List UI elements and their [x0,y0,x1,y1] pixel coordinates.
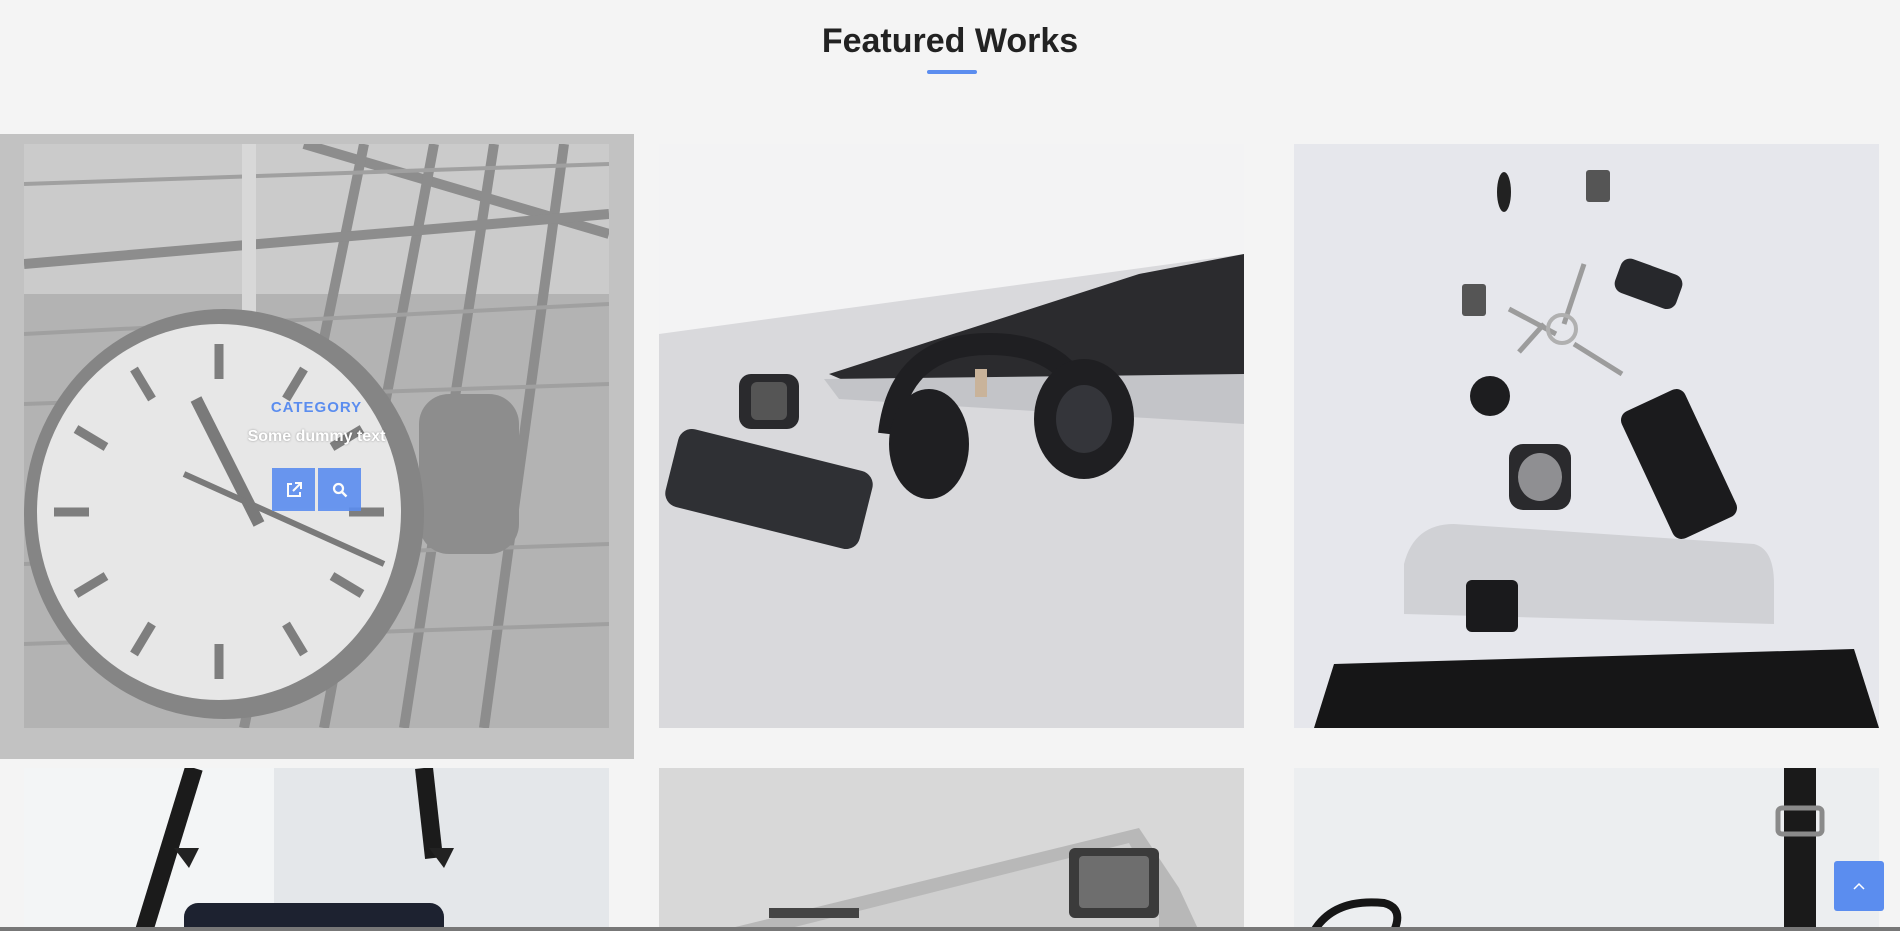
overlay-content: CATEGORY Some dummy text [24,399,609,511]
external-link-icon [286,481,302,497]
search-icon [332,482,347,497]
instax-camera-photo [24,768,609,931]
portfolio-item-instax[interactable] [24,768,609,931]
portfolio-item-keys[interactable] [1294,144,1879,728]
laptop-headphones-photo [659,144,1244,728]
title-underline [927,70,977,74]
portfolio-item-vintage-camera[interactable] [659,768,1244,931]
vintage-camera-photo [659,768,1244,931]
bottom-edge-bar [0,927,1900,931]
overlay-text: Some dummy text [247,428,386,445]
chevron-up-icon [1853,882,1865,890]
glasses-watch-photo [1294,768,1879,931]
open-link-button[interactable] [272,468,315,511]
zoom-button[interactable] [318,468,361,511]
overlay-buttons [24,468,609,511]
overlay-category: CATEGORY [270,399,363,416]
back-to-top-button[interactable] [1834,861,1884,911]
keys-phone-bag-photo [1294,144,1879,728]
portfolio-item-laptop[interactable] [659,144,1244,728]
portfolio-item-glasses[interactable] [1294,768,1879,931]
portfolio-item-clock[interactable]: CATEGORY Some dummy text [24,144,609,728]
section-title: Featured Works [821,22,1079,60]
